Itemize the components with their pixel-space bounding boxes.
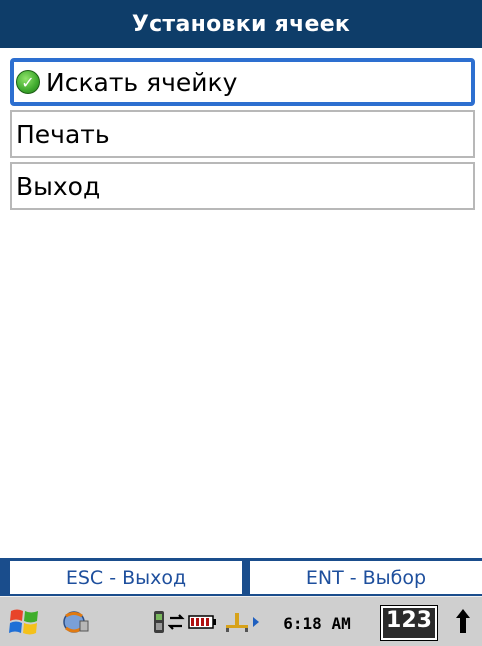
expand-arrow-icon[interactable] xyxy=(252,615,260,629)
up-arrow-icon[interactable] xyxy=(452,607,474,637)
green-check-icon: ✓ xyxy=(16,70,40,94)
clock-text: 6:18 AM xyxy=(283,613,351,633)
taskbar: 6:18 AM 123 xyxy=(0,596,482,646)
phone-signal-icon xyxy=(152,609,168,635)
esc-exit-softkey[interactable]: ESC - Выход xyxy=(10,561,242,594)
input-mode-label: 123 xyxy=(380,605,438,641)
windows-flag-icon[interactable] xyxy=(8,605,42,639)
softkey-bar: ESC - Выход ENT - Выбор xyxy=(0,558,482,596)
battery-icon xyxy=(188,613,218,631)
network-icon xyxy=(224,611,250,633)
menu-list: ✓ Искать ячейку Печать Выход xyxy=(10,58,480,214)
menu-item-exit[interactable]: Выход xyxy=(10,162,475,210)
ent-select-softkey[interactable]: ENT - Выбор xyxy=(250,561,482,594)
menu-item-label: Печать xyxy=(16,119,110,149)
window-title: Установки ячеек xyxy=(0,0,482,48)
sync-globe-icon[interactable] xyxy=(60,607,92,637)
sync-arrows-icon xyxy=(168,611,186,633)
input-mode-indicator[interactable]: 123 xyxy=(378,605,440,641)
menu-item-label: Выход xyxy=(16,171,101,201)
menu-item-find-cell[interactable]: ✓ Искать ячейку xyxy=(10,58,475,106)
menu-item-label: Искать ячейку xyxy=(46,67,238,97)
clock[interactable]: 6:18 AM xyxy=(262,611,372,635)
menu-item-print[interactable]: Печать xyxy=(10,110,475,158)
device-screen: Установки ячеек ✓ Искать ячейку Печать В… xyxy=(0,0,482,646)
